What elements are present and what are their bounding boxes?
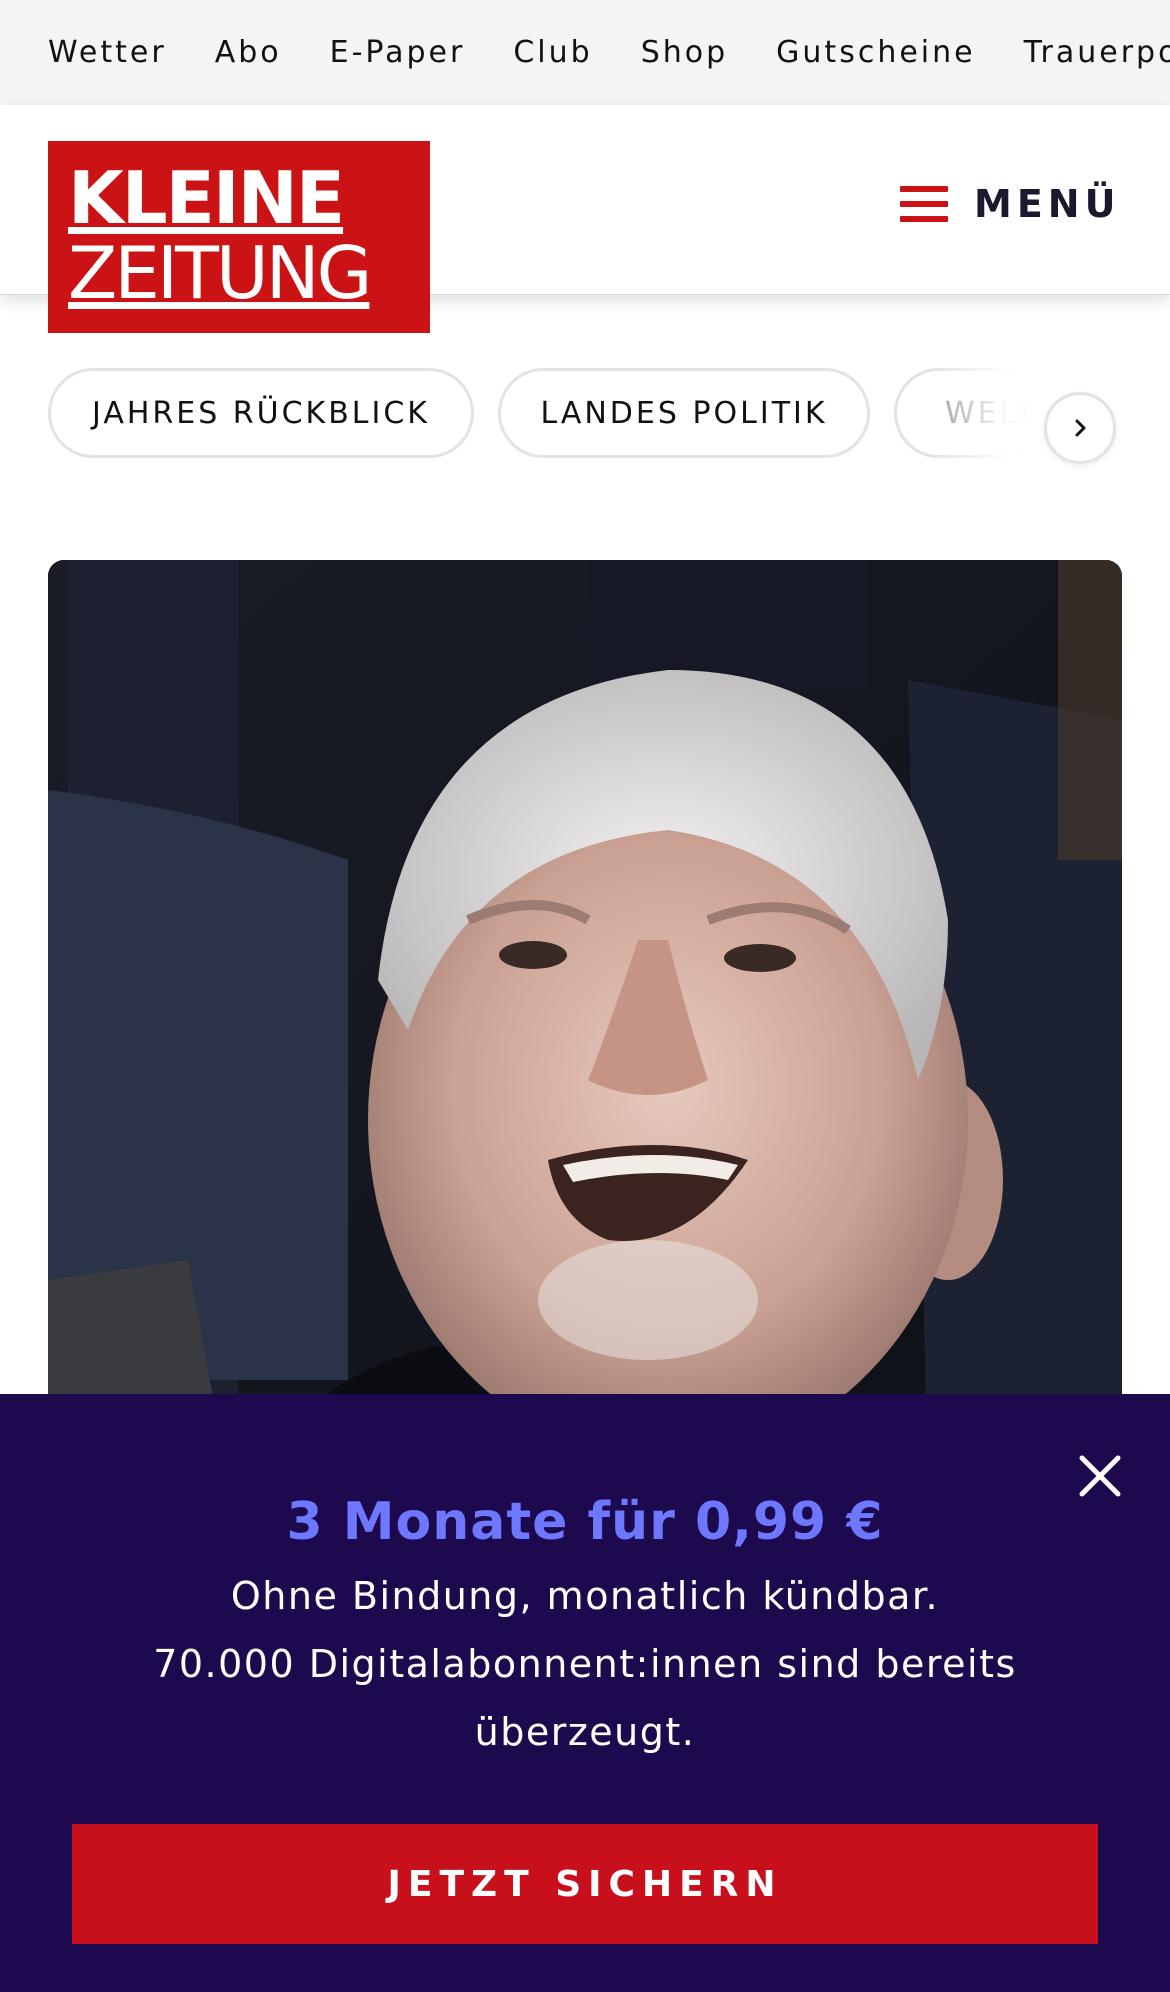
logo-line-2: ZEITUNG (68, 231, 372, 315)
promo-text-line-2: 70.000 Digitalabonnent:innen sind bereit… (153, 1642, 1017, 1686)
nav-link-trauerportal[interactable]: Trauerportal (1024, 35, 1170, 70)
nav-link-gutscheine[interactable]: Gutscheine (776, 35, 975, 70)
logo-line-1: KLEINE (68, 156, 345, 240)
hero-portrait-illustration (48, 560, 1122, 1480)
nav-link-abo[interactable]: Abo (215, 35, 282, 70)
promo-title: 3 Monate für 0,99 € (286, 1492, 884, 1552)
nav-link-shop[interactable]: Shop (641, 35, 728, 70)
pill-scroll-next-button[interactable] (1044, 392, 1116, 464)
pill-landespolitik[interactable]: LANDES POLITIK (498, 368, 870, 458)
nav-link-club[interactable]: Club (513, 35, 592, 70)
nav-link-epaper[interactable]: E-Paper (330, 35, 466, 70)
nav-link-wetter[interactable]: Wetter (48, 35, 167, 70)
jetzt-sichern-button[interactable]: JETZT SICHERN (72, 1824, 1098, 1944)
page: Wetter Abo E-Paper Club Shop Gutscheine … (0, 0, 1170, 1992)
menu-label: MENÜ (974, 182, 1121, 226)
promo-text-line-3: überzeugt. (474, 1710, 696, 1754)
chevron-right-icon (1075, 419, 1086, 437)
kleine-zeitung-logo[interactable]: KLEINE ZEITUNG (48, 141, 430, 333)
promo-text-line-1: Ohne Bindung, monatlich kündbar. (230, 1574, 940, 1618)
menu-button[interactable]: MENÜ (900, 175, 1120, 233)
site-header: KLEINE ZEITUNG MENÜ (0, 105, 1170, 333)
subscription-promo-overlay: 3 Monate für 0,99 € Ohne Bindung, monatl… (0, 1394, 1170, 1992)
hamburger-icon (900, 186, 948, 222)
pill-jahresrueckblick[interactable]: JAHRES RÜCKBLICK (48, 368, 474, 458)
top-utility-nav: Wetter Abo E-Paper Club Shop Gutscheine … (0, 0, 1170, 105)
hero-image[interactable] (48, 560, 1122, 1480)
